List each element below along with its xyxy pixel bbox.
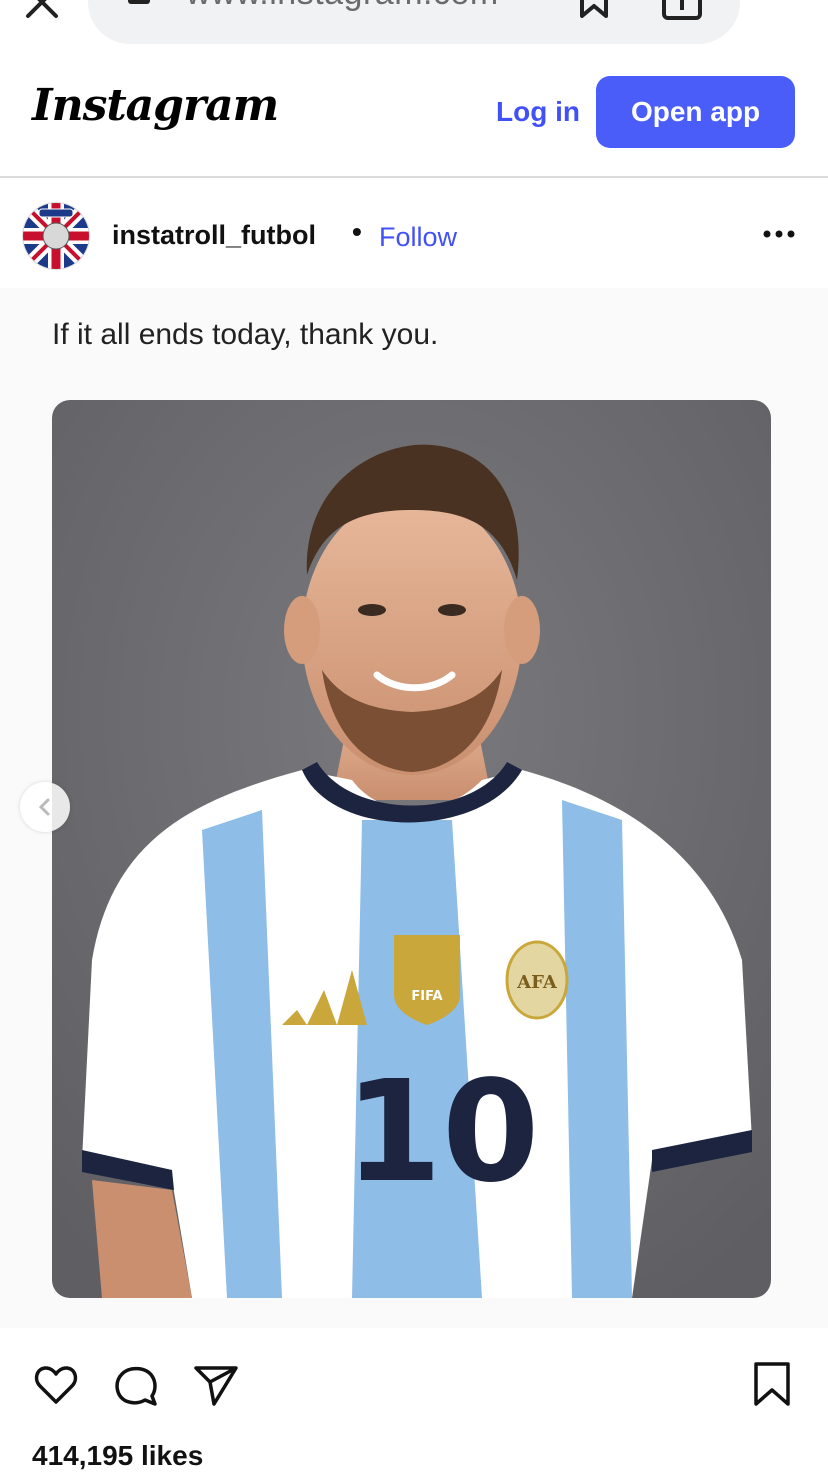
avatar[interactable] xyxy=(22,202,90,270)
browser-toolbar: www.instagram.com xyxy=(0,0,828,56)
heart-icon[interactable] xyxy=(32,1360,80,1408)
post-image[interactable]: FIFA AFA 10 xyxy=(52,400,771,1298)
fifa-badge-text: FIFA xyxy=(411,989,442,1004)
carousel-prev-button[interactable] xyxy=(20,782,70,832)
separator-dot: • xyxy=(352,216,362,247)
bookmark-icon[interactable] xyxy=(574,0,614,18)
comment-icon[interactable] xyxy=(112,1360,160,1408)
post-body: If it all ends today, thank you. FIFA AF… xyxy=(0,288,828,1328)
instagram-header: Instagram Log in Open app xyxy=(0,56,828,178)
post-actions xyxy=(0,1340,828,1430)
post-username[interactable]: instatroll_futbol xyxy=(112,220,316,251)
login-link[interactable]: Log in xyxy=(496,96,580,128)
post-caption: If it all ends today, thank you. xyxy=(52,318,439,351)
union-jack-avatar-image xyxy=(23,203,89,269)
afa-badge-text: AFA xyxy=(516,972,558,993)
instagram-logo[interactable]: Instagram xyxy=(32,80,279,131)
url-text[interactable]: www.instagram.com xyxy=(186,0,499,13)
open-app-button[interactable]: Open app xyxy=(596,76,795,148)
follow-button[interactable]: Follow xyxy=(379,222,457,253)
more-options-icon[interactable] xyxy=(756,220,802,248)
post-header: instatroll_futbol • Follow xyxy=(0,180,828,288)
close-icon[interactable] xyxy=(22,0,62,22)
likes-count[interactable]: 414,195 likes xyxy=(32,1440,203,1472)
site-info-icon[interactable] xyxy=(128,0,150,4)
save-icon[interactable] xyxy=(748,1360,796,1408)
send-icon[interactable] xyxy=(192,1360,240,1408)
player-photo: FIFA AFA 10 xyxy=(52,400,771,1298)
share-icon[interactable] xyxy=(660,0,704,22)
chevron-left-icon xyxy=(38,798,50,816)
jersey-number: 10 xyxy=(345,1051,540,1214)
